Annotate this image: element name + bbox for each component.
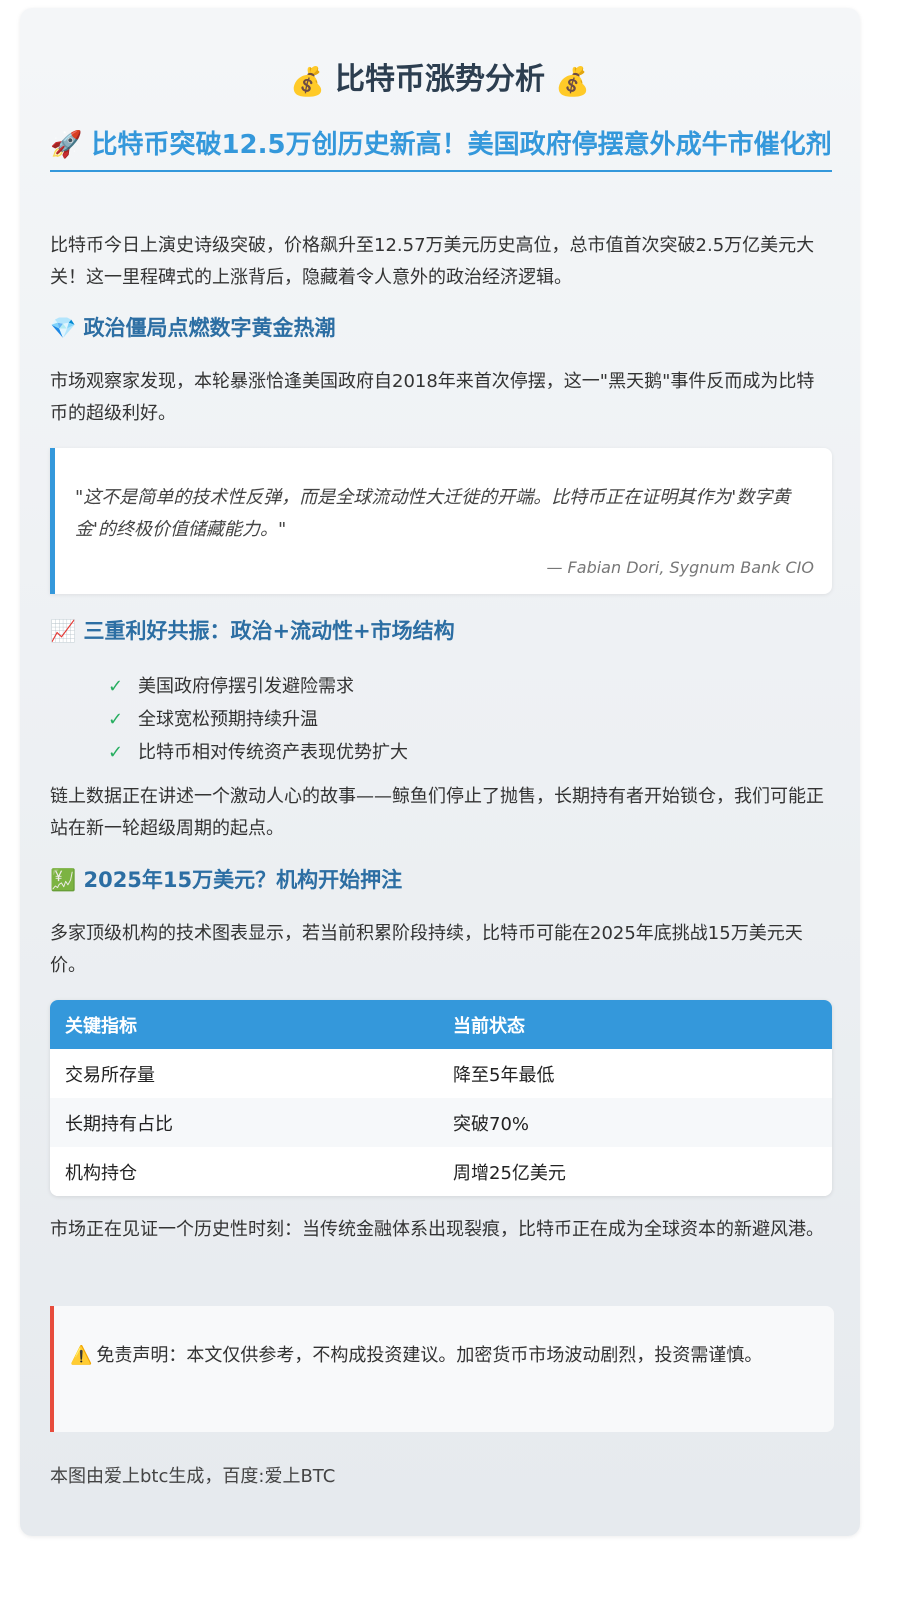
chart-increasing-icon: 📈	[50, 619, 77, 643]
metrics-table: 关键指标 当前状态 交易所存量 降至5年最低 长期持有占比 突破70% 机构持仓…	[50, 1000, 832, 1196]
table-cell: 机构持仓	[65, 1162, 137, 1184]
disclaimer-text: 免责声明：本文仅供参考，不构成投资建议。加密货币市场波动剧烈，投资需谨慎。	[96, 1345, 763, 1366]
section-heading-text: 三重利好共振：政治+流动性+市场结构	[83, 619, 455, 643]
table-cell: 降至5年最低	[453, 1064, 555, 1086]
list-item: ✓ 美国政府停摆引发避险需求	[108, 670, 408, 703]
page-title-text: 比特币涨势分析	[335, 62, 545, 97]
page-title: 💰 比特币涨势分析 💰	[20, 60, 860, 102]
benefit-list: ✓ 美国政府停摆引发避险需求 ✓ 全球宽松预期持续升温 ✓ 比特币相对传统资产表现优势…	[108, 670, 408, 769]
table-cell: 长期持有占比	[65, 1113, 173, 1135]
conclusion-paragraph: 市场正在见证一个历史性时刻：当传统金融体系出现裂痕，比特币正在成为全球资本的新避…	[50, 1219, 824, 1240]
disclaimer-text-block: ⚠️ 免责声明：本文仅供参考，不构成投资建议。加密货币市场波动剧烈，投资需谨慎。	[70, 1340, 800, 1372]
table-cell: 交易所存量	[65, 1064, 155, 1086]
list-item-text: 全球宽松预期持续升温	[138, 709, 318, 730]
table-header-cell: 关键指标	[65, 1015, 137, 1037]
section3-paragraph: 多家顶级机构的技术图表显示，若当前积累阶段持续，比特币可能在2025年底挑战15…	[50, 923, 803, 976]
check-icon: ✓	[108, 742, 124, 763]
footer-credit: 本图由爱上btc生成，百度:爱上BTC	[50, 1466, 336, 1487]
chart-yen-icon: 💹	[50, 868, 77, 892]
section-heading-text: 2025年15万美元？机构开始押注	[83, 868, 403, 892]
money-bag-icon: 💰	[555, 65, 590, 98]
section-heading-triple: 📈 三重利好共振：政治+流动性+市场结构	[50, 616, 832, 646]
section-heading-forecast: 💹 2025年15万美元？机构开始押注	[50, 865, 832, 895]
check-icon: ✓	[108, 709, 124, 730]
table-row: 长期持有占比 突破70%	[50, 1098, 832, 1147]
table-row: 交易所存量 降至5年最低	[50, 1049, 832, 1098]
warning-icon: ⚠️	[70, 1345, 93, 1366]
check-icon: ✓	[108, 676, 124, 697]
quote-block: "这不是简单的技术性反弹，而是全球流动性大迁徙的开端。比特币正在证明其作为'数字…	[50, 448, 832, 594]
article-headline: 🚀 比特币突破12.5万创历史新高！美国政府停摆意外成牛市催化剂	[50, 126, 832, 172]
table-header-row: 关键指标 当前状态	[50, 1000, 832, 1049]
article-headline-text: 比特币突破12.5万创历史新高！美国政府停摆意外成牛市催化剂	[91, 130, 832, 160]
section-heading-text: 政治僵局点燃数字黄金热潮	[83, 316, 336, 340]
article-card: 💰 比特币涨势分析 💰 🚀 比特币突破12.5万创历史新高！美国政府停摆意外成牛市催…	[20, 8, 860, 1536]
intro-paragraph: 比特币今日上演史诗级突破，价格飙升至12.57万美元历史高位，总市值首次突破2.…	[50, 235, 815, 288]
list-item: ✓ 全球宽松预期持续升温	[108, 703, 408, 736]
gem-icon: 💎	[50, 316, 77, 340]
table-header-cell: 当前状态	[453, 1015, 525, 1037]
section2-paragraph: 链上数据正在讲述一个激动人心的故事——鲸鱼们停止了抛售，长期持有者开始锁仓，我们…	[50, 786, 824, 839]
list-item-text: 美国政府停摆引发避险需求	[138, 676, 354, 697]
table-cell: 突破70%	[453, 1113, 530, 1135]
table-cell: 周增25亿美元	[453, 1162, 566, 1184]
quote-text: "这不是简单的技术性反弹，而是全球流动性大迁徙的开端。比特币正在证明其作为'数字…	[75, 487, 791, 540]
list-item: ✓ 比特币相对传统资产表现优势扩大	[108, 736, 408, 769]
section1-paragraph: 市场观察家发现，本轮暴涨恰逢美国政府自2018年来首次停摆，这一"黑天鹅"事件反…	[50, 371, 815, 424]
table-row: 机构持仓 周增25亿美元	[50, 1147, 832, 1196]
money-bag-icon: 💰	[290, 65, 325, 98]
section-heading-political: 💎 政治僵局点燃数字黄金热潮	[50, 313, 832, 343]
rocket-icon: 🚀	[50, 130, 83, 160]
disclaimer-box: ⚠️ 免责声明：本文仅供参考，不构成投资建议。加密货币市场波动剧烈，投资需谨慎。	[50, 1306, 834, 1432]
list-item-text: 比特币相对传统资产表现优势扩大	[138, 742, 408, 763]
quote-author: — Fabian Dori, Sygnum Bank CIO	[546, 558, 814, 577]
